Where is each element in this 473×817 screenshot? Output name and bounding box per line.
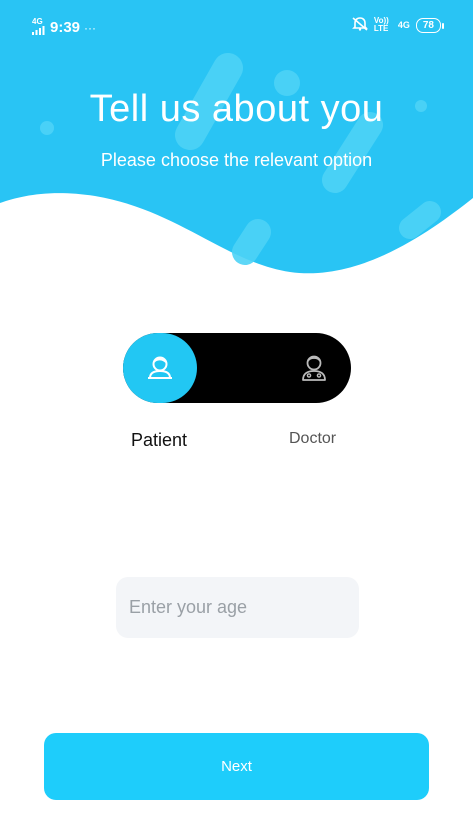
more-indicator: ··· xyxy=(84,20,97,35)
status-right: Vo)) LTE 4G 78 xyxy=(351,16,445,33)
status-time: 9:39 xyxy=(50,19,81,36)
role-label-doctor: Doctor xyxy=(289,430,337,447)
patient-icon xyxy=(148,356,172,379)
doctor-option[interactable] xyxy=(294,333,334,403)
page-title: Tell us about you xyxy=(89,88,384,130)
role-toggle-knob[interactable] xyxy=(123,333,197,403)
doctor-icon xyxy=(302,355,326,381)
role-toggle[interactable] xyxy=(123,333,351,403)
mute-bell-icon xyxy=(351,17,368,33)
volte-label: Vo)) LTE xyxy=(373,16,389,33)
next-button[interactable]: Next xyxy=(44,733,429,800)
status-left: 4G 9:39 ··· xyxy=(32,18,96,37)
page-subtitle: Please choose the relevant option xyxy=(100,150,373,170)
age-input[interactable] xyxy=(116,577,359,638)
data-label: 4G xyxy=(397,20,410,30)
role-label-patient: Patient xyxy=(131,430,188,450)
status-bar: 4G 9:39 ··· Vo)) LTE 4G 78 xyxy=(0,10,473,44)
battery-indicator: 78 xyxy=(415,17,445,33)
signal-icon: 4G xyxy=(32,18,46,37)
network-type: 4G xyxy=(32,17,43,26)
